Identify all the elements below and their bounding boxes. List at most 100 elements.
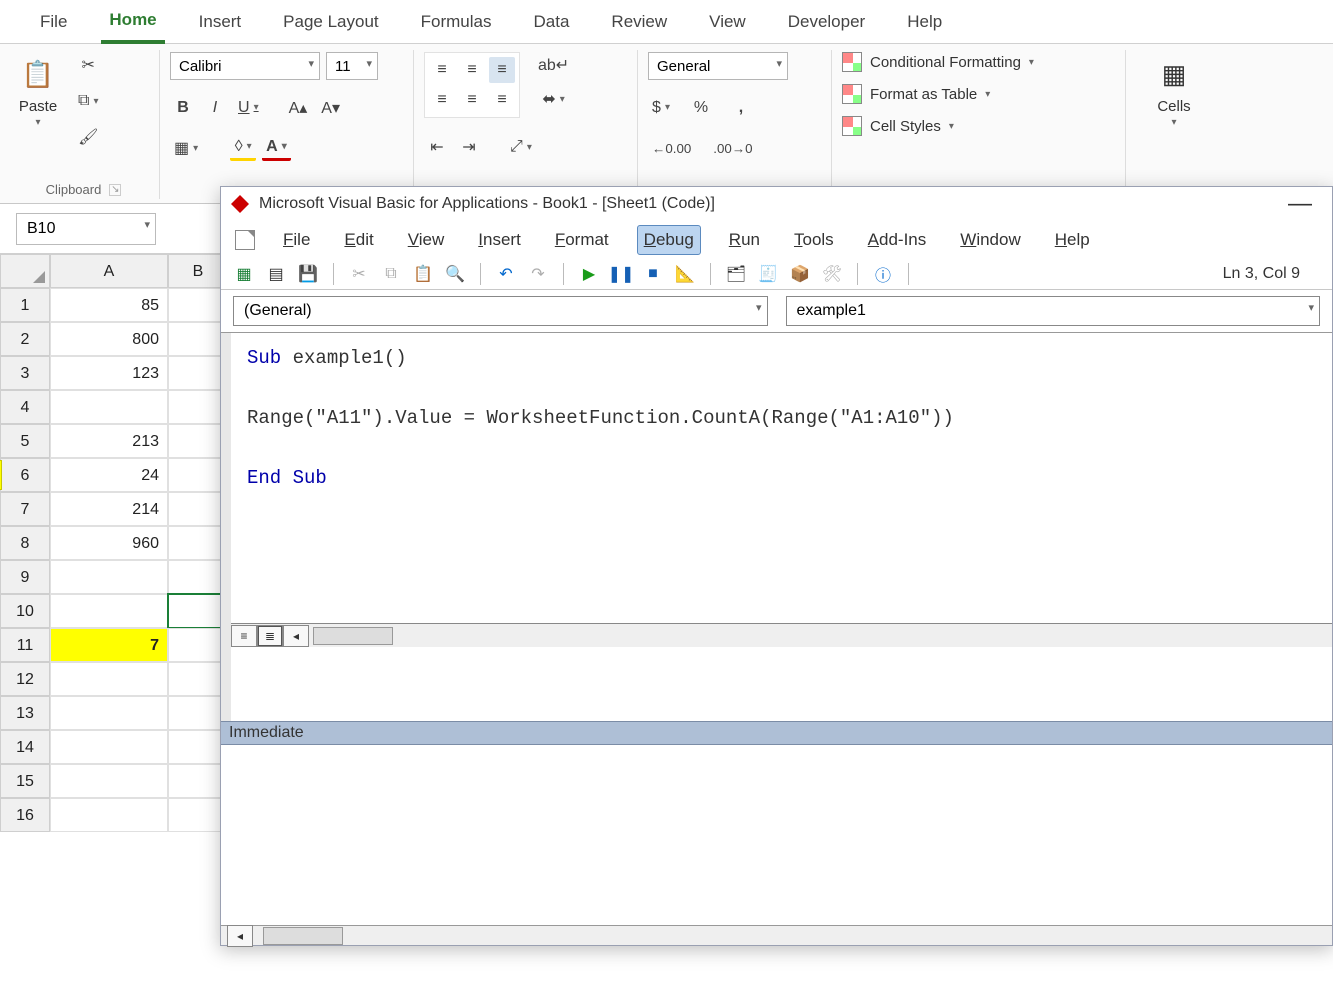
run-icon[interactable]: ▶ bbox=[578, 263, 600, 285]
cell-A1[interactable]: 85 bbox=[50, 288, 168, 322]
tab-data[interactable]: Data bbox=[526, 6, 578, 42]
col-header-B[interactable]: B bbox=[168, 254, 228, 288]
copy-icon[interactable]: ⧉ bbox=[380, 263, 402, 285]
save-icon[interactable]: 💾 bbox=[297, 263, 319, 285]
select-all-corner[interactable] bbox=[0, 254, 50, 288]
paste-icon[interactable]: 📋 bbox=[16, 52, 60, 96]
tab-view[interactable]: View bbox=[701, 6, 754, 42]
format-painter-icon[interactable]: 🖌 bbox=[74, 124, 102, 150]
cell-B8[interactable] bbox=[168, 526, 228, 560]
cell-B10[interactable] bbox=[168, 594, 228, 628]
cell-styles-button[interactable]: Cell Styles ▾ bbox=[842, 116, 1117, 136]
vbe-window[interactable]: Microsoft Visual Basic for Applications … bbox=[220, 186, 1333, 946]
copy-icon[interactable]: ⧉ bbox=[74, 88, 102, 114]
font-color-icon[interactable]: A bbox=[262, 135, 291, 161]
row-header-1[interactable]: 1 bbox=[0, 288, 50, 322]
cell-A12[interactable] bbox=[50, 662, 168, 696]
align-top-left-icon[interactable]: ≡ bbox=[429, 57, 455, 83]
cell-A10[interactable] bbox=[50, 594, 168, 628]
cell-A3[interactable]: 123 bbox=[50, 356, 168, 390]
percent-button[interactable]: % bbox=[688, 95, 714, 121]
align-bottom-center-icon[interactable]: ≡ bbox=[459, 87, 485, 113]
find-icon[interactable]: 🔍 bbox=[444, 263, 466, 285]
cell-A7[interactable]: 214 bbox=[50, 492, 168, 526]
merge-center-icon[interactable]: ⬌ bbox=[534, 86, 573, 112]
cell-A4[interactable] bbox=[50, 390, 168, 424]
cell-A15[interactable] bbox=[50, 764, 168, 798]
align-top-center-icon[interactable]: ≡ bbox=[459, 57, 485, 83]
tab-formulas[interactable]: Formulas bbox=[413, 6, 500, 42]
cut-icon[interactable]: ✂ bbox=[348, 263, 370, 285]
help-icon[interactable]: ⓘ bbox=[872, 263, 894, 285]
cell-B16[interactable] bbox=[168, 798, 228, 832]
cell-B1[interactable] bbox=[168, 288, 228, 322]
cell-B7[interactable] bbox=[168, 492, 228, 526]
cell-A5[interactable]: 213 bbox=[50, 424, 168, 458]
increase-indent-icon[interactable]: ⇥ bbox=[456, 134, 482, 160]
vbe-toolbar[interactable]: ▦ ▤ 💾 ✂ ⧉ 📋 🔍 ↶ ↷ ▶ ❚❚ ■ 📐 🗂 🧾 📦 🛠 ⓘ Ln … bbox=[221, 259, 1332, 290]
reset-icon[interactable]: ■ bbox=[642, 263, 664, 285]
cell-A13[interactable] bbox=[50, 696, 168, 730]
tab-home[interactable]: Home bbox=[101, 4, 164, 44]
vbe-menu-add-ins[interactable]: Add-Ins bbox=[862, 226, 933, 254]
cell-B3[interactable] bbox=[168, 356, 228, 390]
cell-A14[interactable] bbox=[50, 730, 168, 764]
cell-B9[interactable] bbox=[168, 560, 228, 594]
align-bottom-left-icon[interactable]: ≡ bbox=[429, 87, 455, 113]
italic-button[interactable]: I bbox=[202, 95, 228, 121]
cell-A9[interactable] bbox=[50, 560, 168, 594]
properties-icon[interactable]: 🧾 bbox=[757, 263, 779, 285]
currency-button[interactable]: $ bbox=[648, 95, 674, 121]
vbe-menu-view[interactable]: View bbox=[402, 226, 451, 254]
fill-color-icon[interactable]: ◊ bbox=[230, 135, 256, 161]
wrap-text-icon[interactable]: ab↵ bbox=[534, 52, 573, 78]
row-header-13[interactable]: 13 bbox=[0, 696, 50, 730]
decrease-decimal-icon[interactable]: .00→0 bbox=[709, 135, 756, 161]
imm-scroll-thumb[interactable] bbox=[263, 927, 343, 945]
cell-B4[interactable] bbox=[168, 390, 228, 424]
cut-icon[interactable]: ✂ bbox=[74, 52, 102, 78]
row-header-6[interactable]: 6 bbox=[0, 458, 50, 492]
row-header-4[interactable]: 4 bbox=[0, 390, 50, 424]
clipboard-dialog-launcher[interactable]: ↘ bbox=[109, 184, 121, 196]
cell-B13[interactable] bbox=[168, 696, 228, 730]
imm-scroll-left[interactable]: ◂ bbox=[227, 925, 253, 947]
bold-button[interactable]: B bbox=[170, 95, 196, 121]
cell-B14[interactable] bbox=[168, 730, 228, 764]
vbe-menu-insert[interactable]: Insert bbox=[472, 226, 527, 254]
immediate-window-title[interactable]: Immediate bbox=[221, 721, 1332, 745]
font-name-select[interactable] bbox=[170, 52, 320, 80]
paste-label[interactable]: Paste bbox=[19, 98, 57, 115]
row-header-12[interactable]: 12 bbox=[0, 662, 50, 696]
cell-A8[interactable]: 960 bbox=[50, 526, 168, 560]
font-size-select[interactable] bbox=[326, 52, 378, 80]
tab-insert[interactable]: Insert bbox=[191, 6, 250, 42]
vbe-menu-tools[interactable]: Tools bbox=[788, 226, 840, 254]
cell-A6[interactable]: 24 bbox=[50, 458, 168, 492]
undo-icon[interactable]: ↶ bbox=[495, 263, 517, 285]
vbe-code-text[interactable]: Sub example1() Range("A11").Value = Work… bbox=[231, 333, 1332, 623]
vbe-menu-edit[interactable]: Edit bbox=[338, 226, 379, 254]
cell-B6[interactable] bbox=[168, 458, 228, 492]
cells-label[interactable]: Cells bbox=[1157, 98, 1190, 115]
conditional-formatting-button[interactable]: Conditional Formatting ▾ bbox=[842, 52, 1117, 72]
row-header-14[interactable]: 14 bbox=[0, 730, 50, 764]
col-header-A[interactable]: A bbox=[50, 254, 168, 288]
row-header-3[interactable]: 3 bbox=[0, 356, 50, 390]
vbe-system-icon[interactable] bbox=[235, 230, 255, 250]
format-as-table-button[interactable]: Format as Table ▾ bbox=[842, 84, 1117, 104]
cell-A16[interactable] bbox=[50, 798, 168, 832]
vbe-minimize-button[interactable]: — bbox=[1278, 198, 1322, 210]
cell-B11[interactable] bbox=[168, 628, 228, 662]
borders-icon[interactable]: ▦ bbox=[170, 135, 202, 161]
hscroll-thumb[interactable] bbox=[313, 627, 393, 645]
tab-file[interactable]: File bbox=[32, 6, 75, 42]
immediate-hscroll[interactable]: ◂ bbox=[221, 925, 1332, 945]
cell-B2[interactable] bbox=[168, 322, 228, 356]
row-header-9[interactable]: 9 bbox=[0, 560, 50, 594]
align-bottom-right-icon[interactable]: ≡ bbox=[489, 87, 515, 113]
vbe-menu-run[interactable]: Run bbox=[723, 226, 766, 254]
row-header-10[interactable]: 10 bbox=[0, 594, 50, 628]
tab-help[interactable]: Help bbox=[899, 6, 950, 42]
project-explorer-icon[interactable]: 🗂 bbox=[725, 263, 747, 285]
